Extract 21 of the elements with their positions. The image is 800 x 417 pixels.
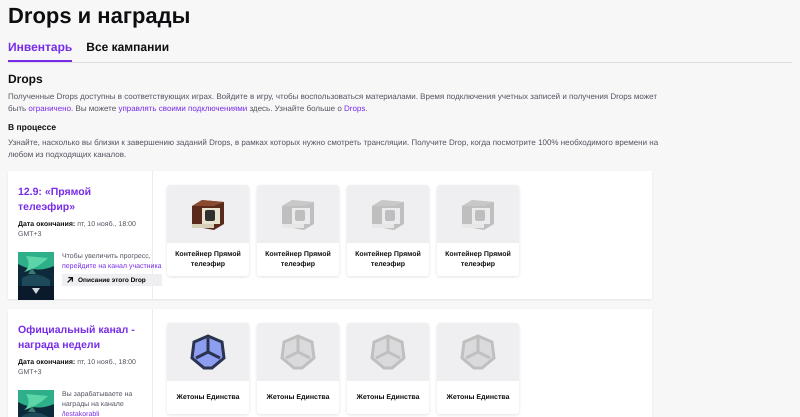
token-icon: [370, 334, 406, 370]
description-text: Узнайте, насколько вы близки к завершению заданий Drops, в рамках которых нужно смотреть трансляции. Получите Drop, когда посмотрите 100% необходимого времени на любом из подходящих каналов.: [8, 137, 660, 161]
section-heading: В процессе: [8, 122, 58, 132]
token-icon: [460, 334, 496, 370]
description-text: Полученные Drops доступны в соответствующих играх. Войдите в игру, чтобы воспользоваться материалами. Время подключения учетных записей и получения Drops может быть ограничено. Вы можете управлять своими подключениями здесь. Узнайте больше о Drops.: [8, 91, 658, 115]
token-icon: [190, 334, 226, 370]
arrow-icon: [66, 276, 74, 284]
container-icon: [462, 200, 494, 230]
campaign-title[interactable]: 12.9: «Прямой телеэфир»: [18, 185, 144, 215]
section-heading: Drops: [8, 72, 44, 86]
tab[interactable]: Инвентарь: [8, 38, 72, 62]
link[interactable]: Drops: [344, 104, 366, 113]
container-icon: [282, 200, 314, 230]
campaign-title[interactable]: Официальный канал - награда недели: [18, 323, 144, 353]
container-icon: [372, 200, 404, 230]
link[interactable]: управлять своими подключениями: [118, 104, 248, 113]
page-title: Drops и награды: [8, 2, 192, 30]
link[interactable]: ограничено: [28, 104, 72, 113]
token-icon: [280, 334, 316, 370]
container-icon: [192, 200, 224, 230]
tab[interactable]: Все кампании: [86, 38, 170, 62]
